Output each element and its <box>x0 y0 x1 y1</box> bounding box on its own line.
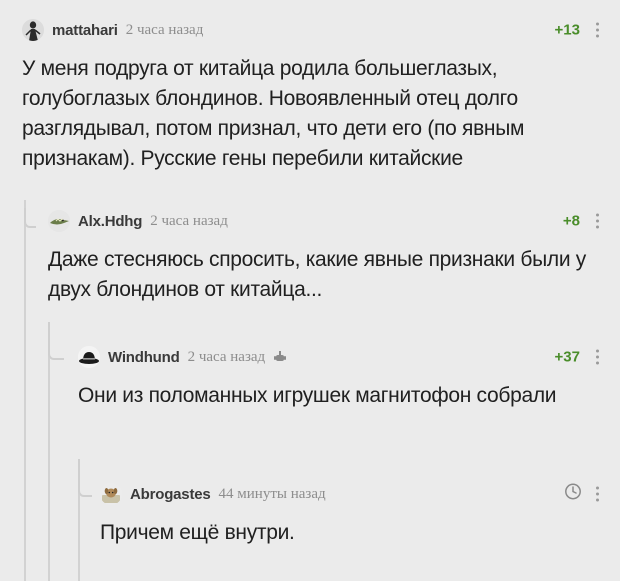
comment-header: Alx.Hdhg 2 часа назад +8 <box>48 205 602 237</box>
woman-figure-avatar-icon <box>22 19 44 41</box>
thread-indent-line[interactable] <box>24 200 26 581</box>
comment: mattahari 2 часа назад +13 У меня подруг… <box>22 14 602 174</box>
more-options-icon[interactable] <box>592 213 602 229</box>
username[interactable]: Abrogastes <box>130 486 211 503</box>
comment-thread: mattahari 2 часа назад +13 У меня подруг… <box>0 0 620 581</box>
comment-header: Windhund 2 часа назад +37 <box>78 341 602 373</box>
comment-header: Abrogastes 44 минуты назад <box>100 478 602 510</box>
comment-time[interactable]: 2 часа назад <box>150 213 228 230</box>
reply-branch-connector <box>48 322 64 360</box>
comment-header: mattahari 2 часа назад +13 <box>22 14 602 46</box>
hat-avatar-icon <box>78 346 100 368</box>
comment-text: Причем ещё внутри. <box>100 521 295 544</box>
username[interactable]: Windhund <box>108 349 180 366</box>
comment: Alx.Hdhg 2 часа назад +8 Даже стесняюсь … <box>48 205 602 305</box>
avatar[interactable] <box>78 346 100 368</box>
comment: Abrogastes 44 минуты назад Причем ещё вн… <box>100 478 602 548</box>
avatar[interactable] <box>48 210 70 232</box>
gamepad-icon <box>273 350 287 364</box>
username[interactable]: Alx.Hdhg <box>78 213 142 230</box>
more-options-icon[interactable] <box>592 22 602 38</box>
crocodile-avatar-icon <box>48 210 70 232</box>
comment-rating: +8 <box>562 212 580 230</box>
dog-avatar-icon <box>100 483 122 505</box>
timer-icon <box>564 483 582 506</box>
comment-text: Они из поломанных игрушек магнитофон соб… <box>78 384 557 407</box>
username[interactable]: mattahari <box>52 22 118 39</box>
comment-time[interactable]: 2 часа назад <box>188 349 266 366</box>
comment-time[interactable]: 44 минуты назад <box>219 486 326 503</box>
more-options-icon[interactable] <box>592 349 602 365</box>
thread-indent-line[interactable] <box>48 322 50 581</box>
reply-branch-connector <box>78 459 92 497</box>
comment-rating: +37 <box>554 348 580 366</box>
comment-text: У меня подруга от китайца родила большег… <box>22 57 525 170</box>
more-options-icon[interactable] <box>592 486 602 502</box>
comment: Windhund 2 часа назад +37 Они из поломан… <box>78 341 602 411</box>
avatar[interactable] <box>100 483 122 505</box>
avatar[interactable] <box>22 19 44 41</box>
comment-rating: +13 <box>554 21 580 39</box>
reply-branch-connector <box>24 208 36 228</box>
comment-text: Даже стесняюсь спросить, какие явные при… <box>48 248 586 301</box>
comment-time[interactable]: 2 часа назад <box>126 22 204 39</box>
